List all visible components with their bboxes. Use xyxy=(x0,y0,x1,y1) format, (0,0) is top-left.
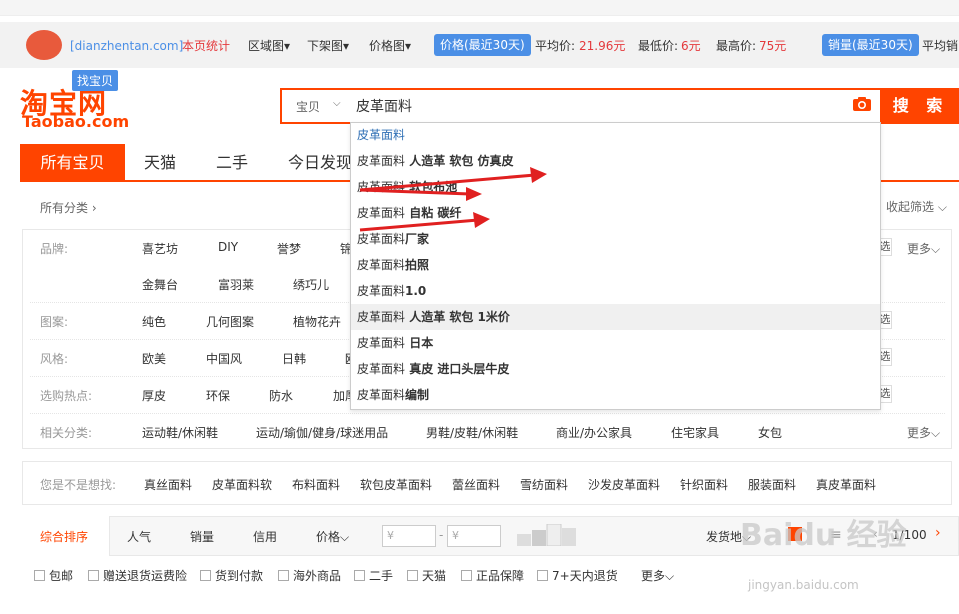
sort-default[interactable]: 综合排序 xyxy=(40,528,88,545)
price-min-input[interactable]: ¥ xyxy=(382,525,436,547)
hot-label: 选购热点: xyxy=(40,389,93,403)
related-item[interactable]: 男鞋/皮鞋/休闲鞋 xyxy=(426,424,518,441)
tab-secondhand[interactable]: 二手 xyxy=(196,144,268,182)
suggestion-item[interactable]: 皮革面料 人造革 软包 1米价 xyxy=(351,304,880,330)
suggest-keyword[interactable]: 服装面料 xyxy=(748,476,796,493)
suggestion-item[interactable]: 皮革面料编制 xyxy=(351,382,880,408)
filter-more-button[interactable]: 更多⌵ xyxy=(641,567,674,584)
suggest-keyword[interactable]: 蕾丝面料 xyxy=(452,476,500,493)
taobao-logo-en: Taobao.com xyxy=(22,112,130,131)
max-price-value: 75元 xyxy=(759,39,787,53)
suggestion-item[interactable]: 皮革面料拍照 xyxy=(351,252,880,278)
breadcrumb[interactable]: 所有分类 › xyxy=(40,199,97,216)
filter-free-shipping[interactable]: 包邮 xyxy=(34,567,73,584)
sales-30d-pill[interactable]: 销量(最近30天) xyxy=(822,34,919,56)
price-range-dash: - xyxy=(439,528,444,542)
avg-price-label: 平均价: xyxy=(535,39,576,53)
page-stats-link[interactable]: 本页统计 xyxy=(182,38,230,54)
suggest-keyword[interactable]: 沙发皮革面料 xyxy=(588,476,660,493)
divider xyxy=(30,413,945,414)
region-chart-dropdown[interactable]: 区域图▾ xyxy=(248,38,290,54)
price-chart-dropdown[interactable]: 价格图▾ xyxy=(369,38,411,54)
delist-chart-dropdown[interactable]: 下架图▾ xyxy=(307,38,349,54)
brand-item[interactable]: 喜艺坊 xyxy=(142,240,178,257)
red-arrow-icon xyxy=(359,212,490,232)
pattern-item[interactable]: 纯色 xyxy=(142,313,166,330)
filter-genuine[interactable]: 正品保障 xyxy=(461,567,524,584)
suggest-keyword[interactable]: 真皮革面料 xyxy=(816,476,876,493)
brand-item[interactable]: 誉梦 xyxy=(277,240,301,257)
brand-item[interactable]: DIY xyxy=(218,240,238,254)
top-nav-strip xyxy=(0,0,959,16)
related-label: 相关分类: xyxy=(40,426,93,440)
brand-item[interactable]: 富羽莱 xyxy=(218,276,254,293)
sales-avg-label: 平均销 xyxy=(922,39,959,53)
tab-all[interactable]: 所有宝贝 xyxy=(20,144,125,182)
brand-item[interactable]: 绣巧儿 xyxy=(293,276,329,293)
collapse-filter-button[interactable]: 收起筛选 ⌵ xyxy=(886,198,947,215)
did-you-mean-label: 您是不是想找: xyxy=(40,478,117,492)
chevron-down-icon: ⌵ xyxy=(333,98,341,109)
suggest-keyword[interactable]: 真丝面料 xyxy=(144,476,192,493)
baidu-watermark-url: jingyan.baidu.com xyxy=(748,578,859,592)
style-item[interactable]: 中国风 xyxy=(206,350,242,367)
price-30d-pill[interactable]: 价格(最近30天) xyxy=(434,34,531,56)
price-max-input[interactable]: ¥ xyxy=(447,525,501,547)
sort-credit[interactable]: 信用 xyxy=(253,528,277,545)
sort-price[interactable]: 价格⌵ xyxy=(316,528,349,545)
related-item[interactable]: 运动/瑜伽/健身/球迷用品 xyxy=(256,424,388,441)
hot-item[interactable]: 厚皮 xyxy=(142,387,166,404)
style-item[interactable]: 日韩 xyxy=(282,350,306,367)
suggestion-item[interactable]: 皮革面料 真皮 进口头层牛皮 xyxy=(351,356,880,382)
next-page-icon[interactable]: › xyxy=(935,525,941,541)
pattern-item[interactable]: 植物花卉 xyxy=(293,313,341,330)
find-item-tag[interactable]: 找宝贝 xyxy=(72,70,119,91)
brand-more-button[interactable]: 更多⌵ xyxy=(907,240,940,257)
max-price-label: 最高价: xyxy=(716,39,757,53)
related-more-button[interactable]: 更多⌵ xyxy=(907,424,940,441)
price-distribution-icon[interactable] xyxy=(517,524,581,546)
min-price-label: 最低价: xyxy=(638,39,679,53)
related-item[interactable]: 住宅家具 xyxy=(671,424,719,441)
style-label: 风格: xyxy=(40,352,69,366)
suggestion-item[interactable]: 皮革面料 日本 xyxy=(351,330,880,356)
annotation-arrows xyxy=(359,167,547,232)
brand-item[interactable]: 金舞台 xyxy=(142,276,178,293)
filter-7day-return[interactable]: 7+天内退货 xyxy=(537,567,618,584)
plugin-logo-icon xyxy=(26,30,62,60)
filter-tmall[interactable]: 天猫 xyxy=(407,567,446,584)
filter-cod[interactable]: 货到付款 xyxy=(200,567,263,584)
baidu-watermark: Baidu 经验 xyxy=(740,518,907,553)
suggest-keyword[interactable]: 皮革面料软 xyxy=(212,476,272,493)
pattern-item[interactable]: 几何图案 xyxy=(206,313,254,330)
avg-price-value: 21.96元 xyxy=(579,39,626,53)
site-link[interactable]: [dianzhentan.com] xyxy=(70,38,183,54)
search-input[interactable]: 皮革面料 xyxy=(356,96,412,116)
search-scope-select[interactable]: 宝贝 xyxy=(296,98,320,115)
red-arrow-icon xyxy=(359,167,547,192)
filter-secondhand[interactable]: 二手 xyxy=(354,567,393,584)
suggest-keyword[interactable]: 软包皮革面料 xyxy=(360,476,432,493)
min-price-value: 6元 xyxy=(681,39,701,53)
filter-overseas[interactable]: 海外商品 xyxy=(278,567,341,584)
filter-return-insurance[interactable]: 赠送退货运费险 xyxy=(88,567,187,584)
style-item[interactable]: 欧美 xyxy=(142,350,166,367)
sort-sales[interactable]: 销量 xyxy=(190,528,214,545)
related-item[interactable]: 运动鞋/休闲鞋 xyxy=(142,424,218,441)
hot-item[interactable]: 环保 xyxy=(206,387,230,404)
sort-popularity[interactable]: 人气 xyxy=(127,528,151,545)
suggest-keyword[interactable]: 布料面料 xyxy=(292,476,340,493)
pattern-label: 图案: xyxy=(40,315,69,329)
suggest-keyword[interactable]: 雪纺面料 xyxy=(520,476,568,493)
related-item[interactable]: 女包 xyxy=(758,424,782,441)
brand-label: 品牌: xyxy=(40,242,69,256)
camera-icon[interactable] xyxy=(852,96,872,112)
suggestion-item[interactable]: 皮革面料 xyxy=(351,122,880,148)
suggest-keyword[interactable]: 针织面料 xyxy=(680,476,728,493)
hot-item[interactable]: 防水 xyxy=(269,387,293,404)
related-item[interactable]: 商业/办公家具 xyxy=(556,424,632,441)
tab-tmall[interactable]: 天猫 xyxy=(124,144,196,182)
suggestion-item[interactable]: 皮革面料1.0 xyxy=(351,278,880,304)
search-button[interactable]: 搜 索 xyxy=(882,88,959,124)
